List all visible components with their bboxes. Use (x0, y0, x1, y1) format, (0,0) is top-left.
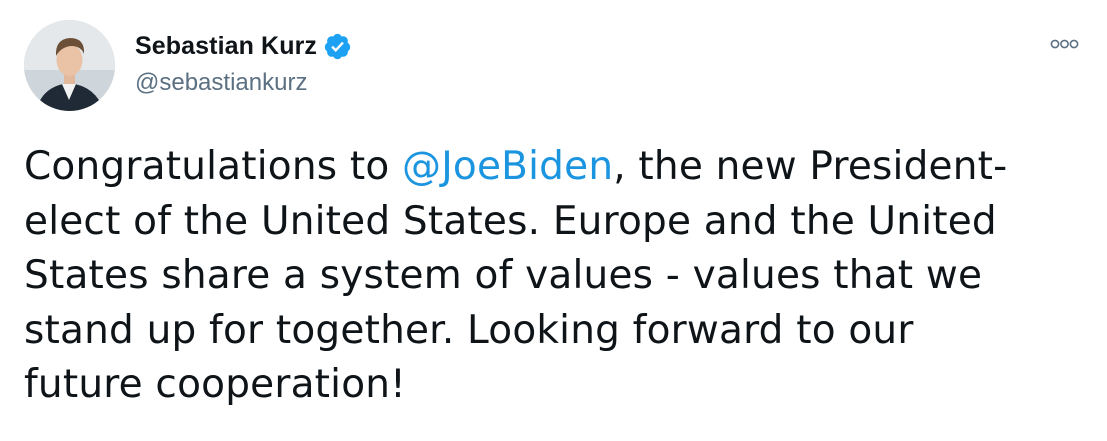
verified-badge-icon (323, 32, 352, 61)
avatar[interactable] (24, 20, 115, 111)
tweet-text: Congratulations to @JoeBiden, the new Pr… (24, 140, 1094, 413)
profile-photo (24, 20, 115, 111)
tweet-text-line: States share a system of values - values… (24, 253, 983, 298)
more-dots-icon (1050, 39, 1079, 49)
display-name[interactable]: Sebastian Kurz (135, 32, 317, 61)
tweet-text-line: elect of the United States. Europe and t… (24, 198, 997, 244)
tweet-text-line: Congratulations to @JoeBiden, the new Pr… (24, 144, 1008, 189)
tweet-text-line: future cooperation! (24, 362, 407, 407)
more-options-button[interactable] (1040, 30, 1088, 58)
user-handle[interactable]: @sebastiankurz (135, 69, 307, 97)
tweet: Sebastian Kurz @sebastiankurz Congratula… (0, 0, 1107, 441)
mention-link[interactable]: @JoeBiden (402, 144, 613, 189)
display-name-row[interactable]: Sebastian Kurz (135, 30, 352, 62)
tweet-text-line: stand up for together. Looking forward t… (24, 307, 914, 353)
